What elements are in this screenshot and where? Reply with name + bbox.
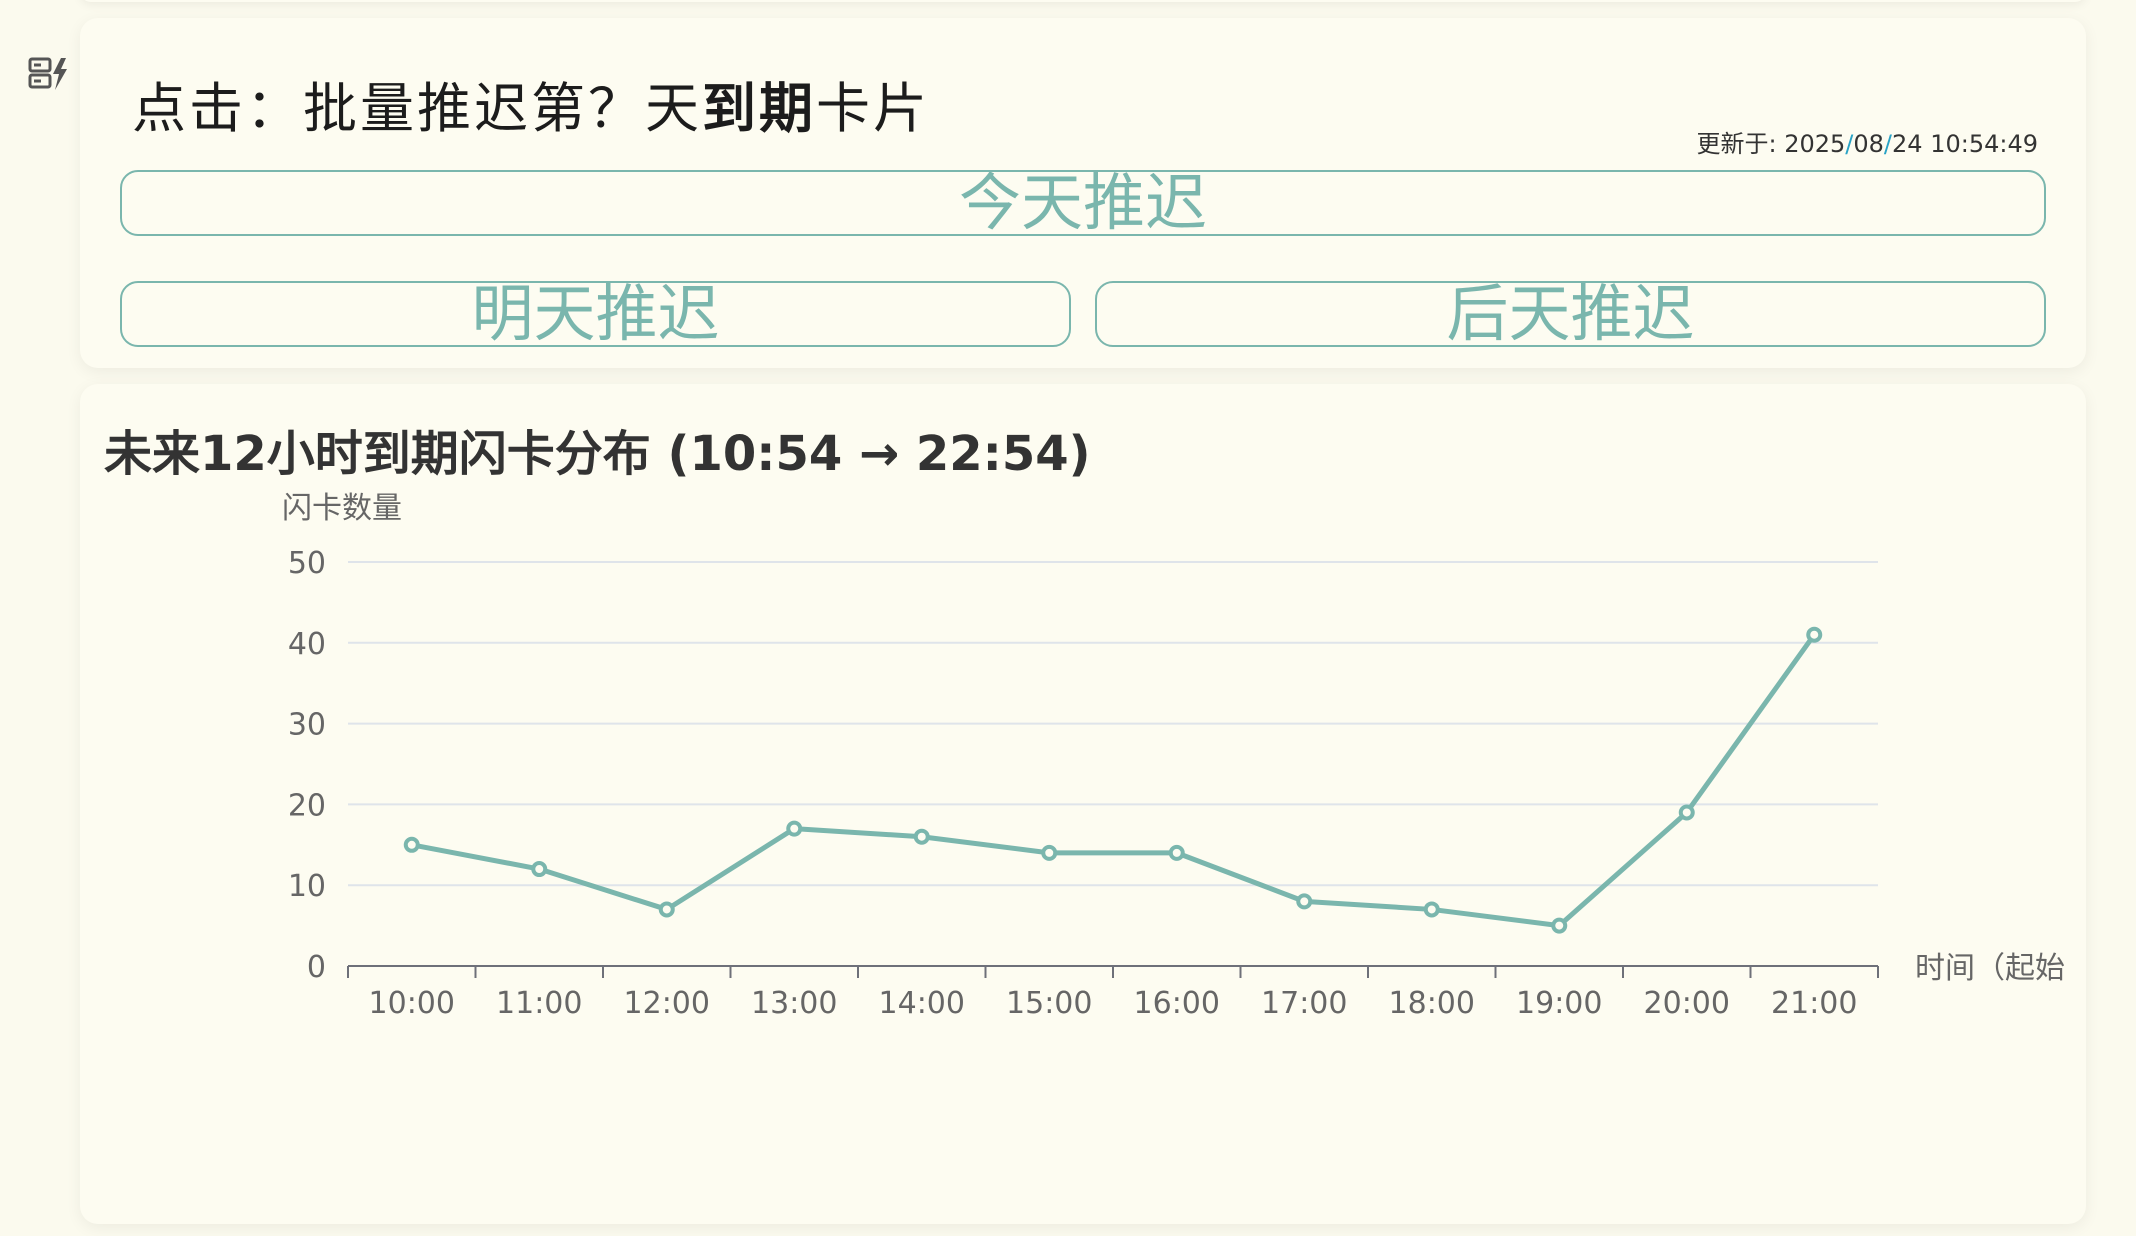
data-point [658,901,675,918]
page: 点击：批量推迟第？天到期卡片 更新于: 2025/08/24 10:54:49 … [0,0,2136,1236]
previous-card-edge [80,0,2086,2]
data-point [531,861,548,878]
y-tick-label: 30 [288,708,326,743]
flash-card-icon[interactable] [28,56,70,92]
y-tick-label: 0 [307,950,326,985]
y-axis-label: 闪卡数量 [282,491,402,526]
due-distribution-card: 未来12小时到期闪卡分布 (10:54 → 22:54) 闪卡数量 0 10 20 30… [80,384,2086,1224]
data-point [1551,917,1568,934]
data-point [403,836,420,853]
data-point [913,828,930,845]
postpone-tomorrow-button[interactable]: 明天推迟 [120,281,1071,347]
postpone-today-button[interactable]: 今天推迟 [120,170,2046,236]
title-prefix: 点击：批量推迟第？天 [132,77,702,140]
y-tick-label: 40 [288,627,326,662]
batch-postpone-card: 点击：批量推迟第？天到期卡片 更新于: 2025/08/24 10:54:49 … [80,18,2086,368]
x-tick-label: 20:00 [1644,986,1730,1021]
x-tick-label: 11:00 [496,986,582,1021]
x-tick-label: 18:00 [1389,986,1475,1021]
data-point [1041,844,1058,861]
series-line [411,633,1817,929]
title-suffix: 卡片 [816,77,930,140]
x-tick-label: 12:00 [624,986,710,1021]
batch-postpone-title: 点击：批量推迟第？天到期卡片 [132,64,930,143]
y-tick-label: 10 [288,869,326,904]
x-tick-label: 17:00 [1261,986,1347,1021]
x-axis-label: 时间（起始 [1915,951,2065,986]
data-point [1423,901,1440,918]
title-bold: 到期 [702,77,816,140]
x-tick-label: 14:00 [879,986,965,1021]
y-tick-label: 20 [288,788,326,823]
x-tick-label: 16:00 [1134,986,1220,1021]
y-tick-label: 50 [288,546,326,581]
update-timestamp: 更新于: 2025/08/24 10:54:49 [1696,130,2038,158]
due-distribution-chart: 闪卡数量 0 10 20 30 40 50 10:00 11:00 12:00 13:00 14:00… [282,491,2065,1021]
data-point [1678,804,1695,821]
x-tick-label: 13:00 [751,986,837,1021]
data-point [786,820,803,837]
x-tick-label: 21:00 [1771,986,1857,1021]
x-tick-label: 19:00 [1516,986,1602,1021]
data-point [1168,844,1185,861]
x-tick-label: 15:00 [1006,986,1092,1021]
data-point [1296,893,1313,910]
postpone-day-after-button[interactable]: 后天推迟 [1095,281,2046,347]
data-point [1806,626,1823,643]
x-tick-label: 10:00 [369,986,455,1021]
